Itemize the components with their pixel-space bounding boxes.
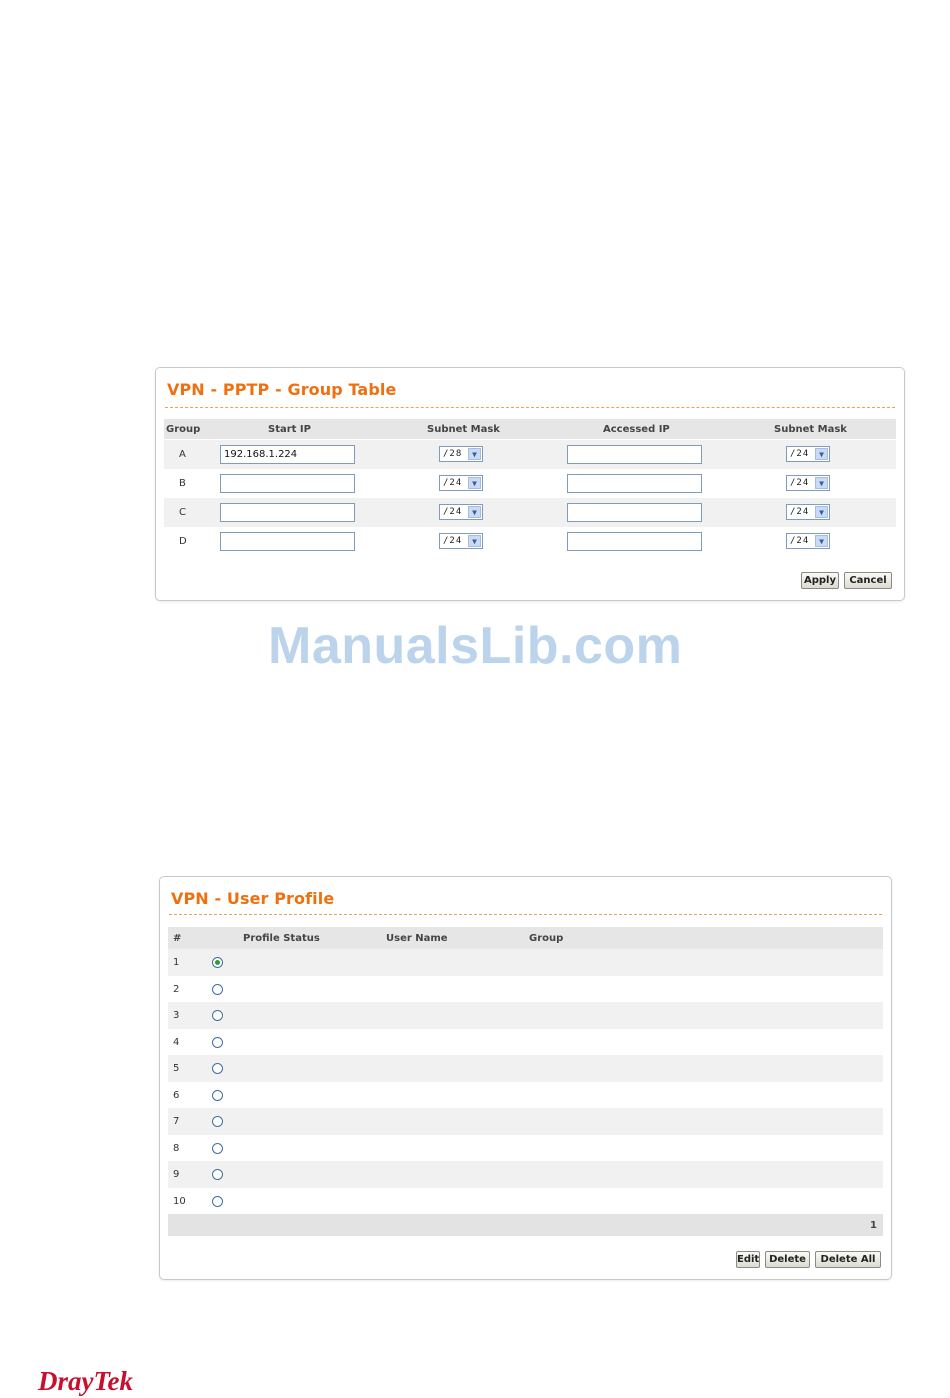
page-number[interactable]: 1 bbox=[870, 1220, 877, 1231]
profile-row[interactable]: 4 bbox=[168, 1029, 883, 1056]
profile-row-number: 1 bbox=[173, 957, 180, 968]
start-ip-input[interactable] bbox=[220, 503, 355, 522]
header-group: Group bbox=[529, 933, 564, 944]
user-profile-title: VPN - User Profile bbox=[171, 889, 335, 908]
profile-row[interactable]: 2 bbox=[168, 976, 883, 1003]
profile-row-number: 9 bbox=[173, 1169, 180, 1180]
chevron-down-icon[interactable]: ▼ bbox=[468, 535, 481, 547]
delete-button[interactable]: Delete bbox=[765, 1251, 810, 1268]
profile-select-radio[interactable] bbox=[212, 1116, 223, 1127]
start-ip-input[interactable] bbox=[220, 532, 355, 551]
chevron-down-icon[interactable]: ▼ bbox=[815, 448, 828, 460]
profile-select-radio[interactable] bbox=[212, 1195, 223, 1207]
subnet-mask-select[interactable]: /24 ▼ bbox=[439, 475, 483, 491]
profile-row[interactable]: 7 bbox=[168, 1108, 883, 1135]
profile-row[interactable]: 5 bbox=[168, 1055, 883, 1082]
group-label: C bbox=[179, 507, 186, 518]
apply-button[interactable]: Apply bbox=[801, 572, 839, 589]
title-divider bbox=[165, 407, 895, 408]
edit-button[interactable]: Edit bbox=[736, 1251, 760, 1268]
header-number: # bbox=[173, 933, 182, 944]
accessed-ip-input[interactable] bbox=[567, 474, 702, 493]
profile-row-number: 4 bbox=[173, 1036, 180, 1048]
group-row-d: D /24 ▼ /24 ▼ bbox=[164, 527, 896, 556]
title-divider bbox=[169, 914, 882, 915]
profile-select-radio[interactable] bbox=[212, 1010, 223, 1021]
header-accessed-ip: Accessed IP bbox=[603, 424, 670, 435]
cancel-button[interactable]: Cancel bbox=[844, 572, 892, 589]
chevron-down-icon[interactable]: ▼ bbox=[815, 506, 828, 518]
profile-select-radio[interactable] bbox=[212, 1169, 223, 1180]
group-table-panel: VPN - PPTP - Group Table Group Start IP … bbox=[155, 367, 905, 601]
header-profile-status: Profile Status bbox=[243, 933, 320, 944]
draytek-logo: DrayTek bbox=[38, 1366, 133, 1396]
start-ip-input[interactable] bbox=[220, 474, 355, 493]
profile-row[interactable]: 8 bbox=[168, 1135, 883, 1162]
profile-row-number: 5 bbox=[173, 1063, 180, 1074]
subnet-mask-select[interactable]: /24 ▼ bbox=[439, 504, 483, 520]
profile-row-number: 10 bbox=[173, 1195, 186, 1207]
profile-select-radio[interactable] bbox=[212, 957, 223, 968]
header-subnet-mask-2: Subnet Mask bbox=[774, 424, 847, 435]
profile-row[interactable]: 10 bbox=[168, 1188, 883, 1215]
chevron-down-icon[interactable]: ▼ bbox=[468, 506, 481, 518]
header-subnet-mask-1: Subnet Mask bbox=[427, 424, 500, 435]
group-row-b: B /24 ▼ /24 ▼ bbox=[164, 469, 896, 498]
group-label: D bbox=[179, 536, 187, 547]
group-label: B bbox=[179, 478, 186, 489]
group-table-title: VPN - PPTP - Group Table bbox=[167, 380, 397, 399]
pagination-bar: 1 bbox=[168, 1214, 883, 1236]
accessed-subnet-mask-select[interactable]: /24 ▼ bbox=[786, 504, 830, 520]
profile-row-number: 6 bbox=[173, 1089, 180, 1101]
header-start-ip: Start IP bbox=[268, 424, 311, 435]
accessed-ip-input[interactable] bbox=[567, 503, 702, 522]
header-user-name: User Name bbox=[386, 933, 448, 944]
profile-row-number: 8 bbox=[173, 1142, 180, 1154]
accessed-subnet-mask-select[interactable]: /24 ▼ bbox=[786, 446, 830, 462]
profile-row[interactable]: 6 bbox=[168, 1082, 883, 1109]
group-row-a: A 192.168.1.224 /28 ▼ /24 ▼ bbox=[164, 440, 896, 469]
profile-select-radio[interactable] bbox=[212, 983, 223, 995]
chevron-down-icon[interactable]: ▼ bbox=[468, 477, 481, 489]
group-label: A bbox=[179, 449, 186, 460]
group-row-c: C /24 ▼ /24 ▼ bbox=[164, 498, 896, 527]
profile-row[interactable]: 1 bbox=[168, 949, 883, 976]
accessed-subnet-mask-select[interactable]: /24 ▼ bbox=[786, 475, 830, 491]
watermark-text: ManualsLib.com bbox=[268, 617, 683, 675]
profile-select-radio[interactable] bbox=[212, 1089, 223, 1101]
accessed-ip-input[interactable] bbox=[567, 445, 702, 464]
profile-select-radio[interactable] bbox=[212, 1142, 223, 1154]
user-profile-panel: VPN - User Profile # Profile Status User… bbox=[159, 876, 892, 1280]
profile-row-number: 3 bbox=[173, 1010, 180, 1021]
start-ip-input[interactable]: 192.168.1.224 bbox=[220, 445, 355, 464]
chevron-down-icon[interactable]: ▼ bbox=[815, 477, 828, 489]
accessed-ip-input[interactable] bbox=[567, 532, 702, 551]
profile-row-number: 2 bbox=[173, 983, 180, 995]
accessed-subnet-mask-select[interactable]: /24 ▼ bbox=[786, 533, 830, 549]
chevron-down-icon[interactable]: ▼ bbox=[815, 535, 828, 547]
profile-select-radio[interactable] bbox=[212, 1036, 223, 1048]
subnet-mask-select[interactable]: /28 ▼ bbox=[439, 446, 483, 462]
profile-row-number: 7 bbox=[173, 1116, 180, 1127]
chevron-down-icon[interactable]: ▼ bbox=[468, 448, 481, 460]
profile-row[interactable]: 9 bbox=[168, 1161, 883, 1188]
group-table-header: Group Start IP Subnet Mask Accessed IP S… bbox=[164, 419, 896, 439]
delete-all-button[interactable]: Delete All bbox=[815, 1251, 881, 1268]
subnet-mask-select[interactable]: /24 ▼ bbox=[439, 533, 483, 549]
profile-select-radio[interactable] bbox=[212, 1063, 223, 1074]
user-profile-header: # Profile Status User Name Group bbox=[168, 927, 883, 949]
profile-row[interactable]: 3 bbox=[168, 1002, 883, 1029]
header-group: Group bbox=[166, 424, 201, 435]
